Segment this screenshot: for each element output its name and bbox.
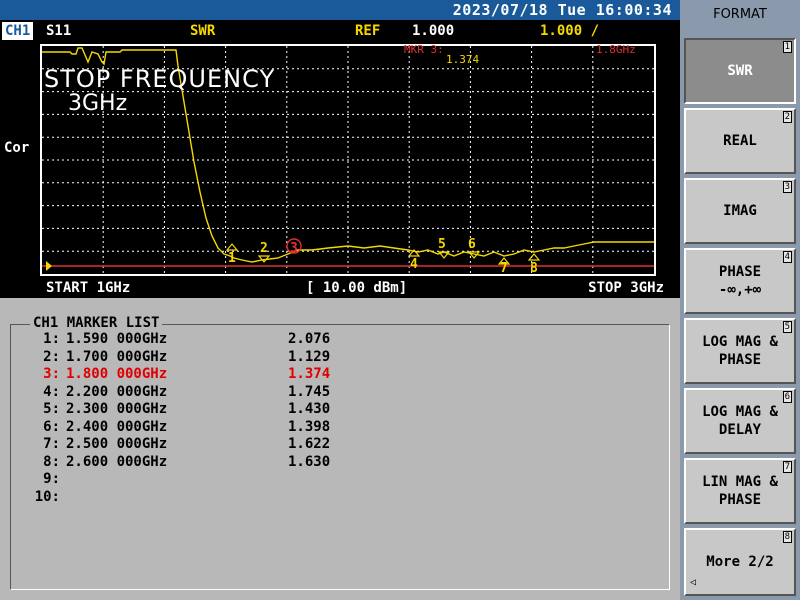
marker-row[interactable]: 10:	[20, 489, 620, 507]
softkey-label: REAL	[723, 133, 757, 149]
softkey-more[interactable]: More 2/2 8 ◁	[684, 528, 796, 596]
marker-list-panel: CH1 MARKER LIST 1: 1.590 000GHz 2.076 2: 1.7…	[0, 298, 680, 600]
correction-label: Cor	[4, 140, 30, 156]
ref-label: REF	[355, 23, 381, 39]
marker-index: 8:	[43, 453, 60, 470]
frequency-bar: START 1GHz [ 10.00 dBm] STOP 3GHz	[0, 278, 680, 298]
trace-marker-label: 7	[500, 261, 508, 274]
marker-index: 9:	[43, 471, 60, 487]
softkey-menu-title: FORMAT	[713, 7, 767, 22]
trace-marker-label: 6	[468, 237, 476, 252]
softkey-label: SWR	[727, 63, 753, 79]
softkey-label: PHASE -∞,+∞	[718, 264, 762, 298]
marker-row[interactable]: 8: 2.600 000GHz 1.630	[20, 454, 620, 472]
softkey-label: IMAG	[723, 203, 757, 219]
marker-index: 2:	[43, 348, 60, 365]
marker-list: 1: 1.590 000GHz 2.076 2: 1.700 000GHz 1.129 3:…	[20, 331, 620, 506]
trace-marker-label: 1	[228, 251, 236, 266]
marker-index: 5:	[43, 401, 60, 417]
marker-value: 1.129	[288, 348, 331, 365]
marker-frequency: 2.400 000GHz	[66, 418, 168, 435]
marker-row[interactable]: 2: 1.700 000GHz 1.129	[20, 349, 620, 367]
marker-index: 10:	[34, 488, 60, 505]
marker-row[interactable]: 1: 1.590 000GHz 2.076	[20, 331, 620, 349]
analyzer-screen: 2023/07/18 Tue 16:00:34 CH1 S11 SWR REF …	[0, 0, 680, 600]
marker-value: 1.630	[288, 453, 331, 470]
softkey-lin-mag-phase[interactable]: LIN MAG & PHASE 7	[684, 458, 796, 524]
softkey-number: 1	[782, 41, 792, 53]
marker-frequency: 2.600 000GHz	[66, 453, 168, 470]
marker-index: 4:	[43, 383, 60, 400]
marker-row[interactable]: 7: 2.500 000GHz 1.622	[20, 436, 620, 454]
marker-readout-label: MKR 3:	[404, 43, 444, 56]
marker-frequency: 1.590 000GHz	[66, 331, 168, 347]
softkey-number: 7	[782, 461, 792, 473]
marker-frequency: 2.200 000GHz	[66, 383, 168, 400]
stop-frequency-value: 3GHz	[68, 91, 128, 116]
start-frequency: START 1GHz	[46, 280, 131, 296]
marker-index: 1:	[43, 331, 60, 347]
marker-frequency: 2.500 000GHz	[66, 436, 168, 452]
softkey-number: 8	[782, 531, 792, 543]
back-arrow-icon: ◁	[690, 577, 697, 588]
marker-index: 6:	[43, 418, 60, 435]
ref-value: 1.000	[412, 23, 455, 39]
format-label: SWR	[190, 23, 216, 39]
marker-value: 2.076	[288, 331, 331, 347]
softkey-swr[interactable]: SWR 1	[684, 38, 796, 104]
source-power: [ 10.00 dBm]	[306, 280, 408, 296]
marker-triangle-up	[225, 243, 239, 251]
marker-row[interactable]: 9:	[20, 471, 620, 489]
channel-indicator[interactable]: CH1	[2, 22, 34, 40]
channel-bar: CH1 S11 SWR REF 1.000 1.000 /	[0, 20, 680, 42]
marker-value: 1.398	[288, 418, 331, 435]
reference-pointer-icon	[46, 261, 52, 271]
trace-marker-label: 8	[530, 261, 538, 274]
softkey-number: 2	[782, 111, 792, 123]
softkey-panel: FORMAT SWR 1 REAL 2 IMAG 3 PHASE -∞,+∞ 4…	[680, 0, 800, 600]
marker-value: 1.745	[288, 383, 331, 400]
marker-index: 3:	[43, 366, 60, 382]
softkey-number: 3	[782, 181, 792, 193]
softkey-number: 5	[782, 321, 792, 333]
marker-triangle-down	[437, 251, 451, 259]
trace-marker-label: 2	[260, 241, 268, 256]
marker-row[interactable]: 3: 1.800 000GHz 1.374	[20, 366, 620, 384]
softkey-label: LIN MAG & PHASE	[702, 474, 778, 508]
scale-value: 1.000 /	[540, 23, 600, 39]
softkey-real[interactable]: REAL 2	[684, 108, 796, 174]
trace-marker-label: 3	[290, 241, 298, 256]
marker-value: 1.622	[288, 436, 331, 452]
softkey-imag[interactable]: IMAG 3	[684, 178, 796, 244]
stop-frequency-title: STOP FREQUENCY	[44, 65, 276, 93]
marker-frequency: 2.300 000GHz	[66, 401, 168, 417]
softkey-label: LOG MAG & PHASE	[702, 334, 778, 368]
marker-triangle-up	[527, 253, 541, 261]
marker-readout-freq: 1.8GHz	[596, 43, 636, 56]
softkey-number: 4	[782, 251, 792, 263]
marker-index: 7:	[43, 436, 60, 452]
trace-marker-label: 4	[410, 257, 418, 272]
marker-frequency: 1.800 000GHz	[66, 366, 168, 382]
softkey-label: More 2/2	[706, 554, 774, 570]
marker-row[interactable]: 6: 2.400 000GHz 1.398	[20, 419, 620, 437]
softkey-number: 6	[782, 391, 792, 403]
marker-value: 1.430	[288, 401, 331, 417]
softkey-log-mag-phase[interactable]: LOG MAG & PHASE 5	[684, 318, 796, 384]
marker-readout-value: 1.374	[446, 53, 480, 66]
softkey-log-mag-delay[interactable]: LOG MAG & DELAY 6	[684, 388, 796, 454]
marker-frequency: 1.700 000GHz	[66, 348, 168, 365]
softkey-label: LOG MAG & DELAY	[702, 404, 778, 438]
s-parameter: S11	[46, 23, 72, 39]
marker-row[interactable]: 4: 2.200 000GHz 1.745	[20, 384, 620, 402]
status-bar: 2023/07/18 Tue 16:00:34	[0, 0, 680, 20]
marker-value: 1.374	[288, 366, 331, 382]
marker-list-title: CH1 MARKER LIST	[30, 315, 163, 331]
trace-marker-label: 5	[438, 237, 446, 252]
stop-frequency: STOP 3GHz	[588, 280, 664, 296]
softkey-phase[interactable]: PHASE -∞,+∞ 4	[684, 248, 796, 314]
marker-row[interactable]: 5: 2.300 000GHz 1.430	[20, 401, 620, 419]
datetime: 2023/07/18 Tue 16:00:34	[452, 1, 672, 19]
